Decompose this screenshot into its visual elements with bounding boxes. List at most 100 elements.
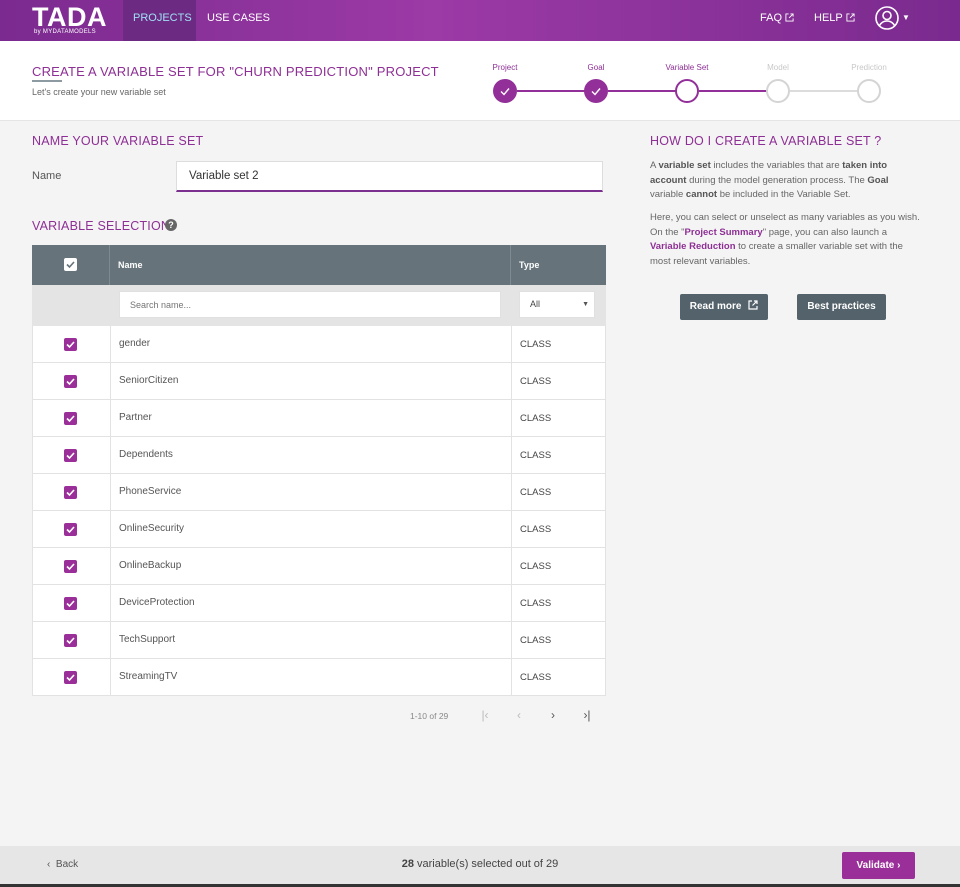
nav-tab-use-cases[interactable]: USE CASES: [197, 0, 280, 41]
cell-divider: [110, 400, 111, 437]
check-icon: [66, 600, 75, 608]
tada-logo[interactable]: TADA by MYDATAMODELS: [32, 3, 112, 39]
row-checkbox[interactable]: [64, 412, 77, 425]
variable-set-name-input[interactable]: [176, 161, 603, 192]
table-row[interactable]: StreamingTV CLASS: [32, 659, 606, 696]
selected-count-label: variable(s) selected out of 29: [413, 858, 559, 870]
table-row[interactable]: TechSupport CLASS: [32, 622, 606, 659]
row-checkbox[interactable]: [64, 560, 77, 573]
table-row[interactable]: PhoneService CLASS: [32, 474, 606, 511]
external-link-icon: [785, 13, 794, 22]
step-variable-set-current: [675, 79, 699, 103]
variable-name: OnlineBackup: [119, 560, 182, 571]
help-paragraph-1: A variable set includes the variables th…: [650, 159, 920, 203]
cell-divider: [110, 548, 111, 585]
cell-divider: [511, 474, 512, 511]
row-checkbox[interactable]: [64, 486, 77, 499]
table-row[interactable]: Partner CLASS: [32, 400, 606, 437]
variable-name: Dependents: [119, 449, 173, 460]
step-prediction: [857, 79, 881, 103]
check-icon: [66, 637, 75, 645]
help-text: be included in the Variable Set.: [717, 189, 851, 200]
variable-type: CLASS: [520, 524, 552, 535]
table-row[interactable]: Dependents CLASS: [32, 437, 606, 474]
cell-divider: [511, 363, 512, 400]
column-header-name[interactable]: Name: [118, 245, 143, 285]
logo-subtext: by MYDATAMODELS: [34, 29, 96, 35]
page-title: CREATE A VARIABLE SET FOR "CHURN PREDICT…: [32, 64, 439, 79]
cell-divider: [110, 474, 111, 511]
row-checkbox[interactable]: [64, 449, 77, 462]
help-text-bold: cannot: [685, 189, 718, 200]
variable-reduction-link[interactable]: Variable Reduction: [650, 241, 736, 252]
table-row[interactable]: OnlineSecurity CLASS: [32, 511, 606, 548]
column-divider: [109, 245, 110, 285]
column-divider: [510, 245, 511, 285]
next-page-icon[interactable]: ›: [546, 708, 560, 722]
caret-down-icon[interactable]: ▼: [902, 13, 910, 22]
footer-bar: ‹ Back 28 variable(s) selected out of 29…: [0, 846, 960, 884]
logo-text: TADA: [32, 2, 107, 32]
selected-count-number: 28: [401, 858, 414, 870]
external-link-icon: [846, 13, 855, 22]
help-link[interactable]: HELP: [814, 12, 855, 24]
best-practices-button[interactable]: Best practices: [797, 294, 886, 320]
step-label-model: Model: [767, 63, 789, 72]
validate-label: Validate: [856, 860, 895, 871]
step-project-done[interactable]: [493, 79, 517, 103]
step-goal-done[interactable]: [584, 79, 608, 103]
faq-label: FAQ: [760, 12, 783, 24]
check-icon: [66, 526, 75, 534]
external-link-icon: [748, 300, 758, 310]
nav-tab-projects[interactable]: PROJECTS: [123, 0, 196, 41]
help-paragraph-2: Here, you can select or unselect as many…: [650, 211, 920, 269]
row-checkbox[interactable]: [64, 597, 77, 610]
step-label-prediction: Prediction: [851, 63, 887, 72]
project-summary-link[interactable]: Project Summary: [685, 227, 763, 238]
stepper-line: [790, 90, 858, 92]
check-icon: [66, 341, 75, 349]
select-all-checkbox[interactable]: [64, 258, 77, 271]
variable-name: PhoneService: [119, 486, 182, 497]
first-page-icon[interactable]: |‹: [478, 708, 492, 722]
row-checkbox[interactable]: [64, 375, 77, 388]
cell-divider: [511, 326, 512, 363]
type-filter-select[interactable]: All ▼: [519, 291, 595, 318]
caret-down-icon: ▼: [582, 301, 589, 308]
variable-type: CLASS: [520, 413, 552, 424]
faq-link[interactable]: FAQ: [760, 12, 794, 24]
selected-count-text: 28 variable(s) selected out of 29: [0, 858, 960, 870]
step-model: [766, 79, 790, 103]
last-page-icon[interactable]: ›|: [580, 708, 594, 722]
table-row[interactable]: gender CLASS: [32, 326, 606, 363]
search-name-input[interactable]: [119, 291, 501, 318]
row-checkbox[interactable]: [64, 671, 77, 684]
table-row[interactable]: DeviceProtection CLASS: [32, 585, 606, 622]
prev-page-icon[interactable]: ‹: [512, 708, 526, 722]
variable-name: TechSupport: [119, 634, 176, 645]
page-header: CREATE A VARIABLE SET FOR "CHURN PREDICT…: [0, 41, 960, 121]
row-checkbox[interactable]: [64, 523, 77, 536]
cell-divider: [511, 437, 512, 474]
check-icon: [66, 415, 75, 423]
user-avatar-icon[interactable]: [875, 6, 899, 30]
help-text: during the model generation process. The: [686, 174, 868, 186]
column-header-type[interactable]: Type: [519, 245, 539, 285]
help-question-icon[interactable]: ?: [165, 219, 177, 231]
variable-type: CLASS: [520, 635, 552, 646]
check-icon: [66, 378, 75, 386]
row-checkbox[interactable]: [64, 338, 77, 351]
check-icon: [591, 88, 601, 96]
read-more-button[interactable]: Read more: [680, 294, 768, 320]
table-row[interactable]: SeniorCitizen CLASS: [32, 363, 606, 400]
chevron-right-icon: ›: [897, 860, 901, 871]
page-subtitle: Let's create your new variable set: [32, 87, 166, 97]
type-filter-value: All: [530, 299, 541, 309]
validate-button[interactable]: Validate ›: [842, 852, 915, 879]
step-label-variable-set: Variable Set: [665, 63, 709, 72]
row-checkbox[interactable]: [64, 634, 77, 647]
help-label: HELP: [814, 12, 843, 24]
variable-type: CLASS: [520, 376, 552, 387]
help-text: On the ": [650, 226, 685, 238]
table-row[interactable]: OnlineBackup CLASS: [32, 548, 606, 585]
